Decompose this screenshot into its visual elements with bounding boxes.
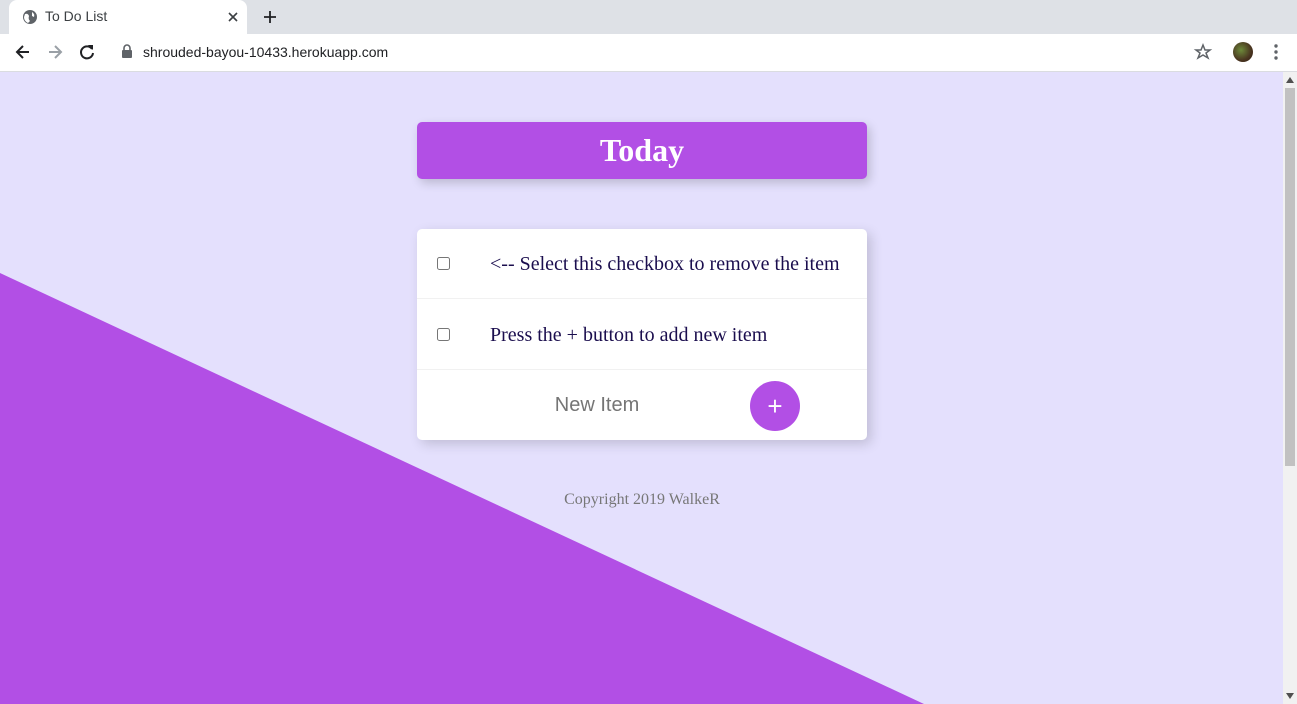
- vertical-scrollbar[interactable]: [1283, 72, 1297, 704]
- add-item-button[interactable]: +: [750, 381, 800, 431]
- scroll-down-arrow-icon[interactable]: [1286, 692, 1294, 700]
- scroll-up-arrow-icon[interactable]: [1286, 76, 1294, 84]
- address-bar-url[interactable]: shrouded-bayou-10433.herokuapp.com: [143, 44, 388, 60]
- item-checkbox[interactable]: [437, 328, 450, 341]
- star-icon[interactable]: [1193, 42, 1213, 62]
- globe-icon: [23, 10, 37, 24]
- list-item: Press the + button to add new item: [417, 300, 867, 370]
- back-icon[interactable]: [13, 42, 33, 62]
- scrollbar-thumb[interactable]: [1285, 88, 1295, 466]
- item-checkbox[interactable]: [437, 257, 450, 270]
- page-viewport: Today <-- Select this checkbox to remove…: [0, 72, 1283, 704]
- browser-tab[interactable]: To Do List: [9, 0, 247, 34]
- reload-icon[interactable]: [77, 42, 97, 62]
- todo-list-card: <-- Select this checkbox to remove the i…: [417, 229, 867, 440]
- item-text: <-- Select this checkbox to remove the i…: [490, 253, 840, 275]
- tab-title: To Do List: [45, 8, 108, 24]
- forward-icon[interactable]: [45, 42, 65, 62]
- list-item: <-- Select this checkbox to remove the i…: [417, 229, 867, 299]
- browser-tab-strip: To Do List: [0, 0, 1297, 34]
- page-title: Today: [417, 122, 867, 179]
- close-icon[interactable]: [226, 10, 240, 24]
- avatar[interactable]: [1233, 42, 1253, 62]
- new-item-input[interactable]: [517, 391, 677, 419]
- new-tab-plus-icon[interactable]: [262, 9, 278, 25]
- item-text: Press the + button to add new item: [490, 324, 768, 346]
- kebab-menu-icon[interactable]: [1266, 42, 1286, 62]
- browser-toolbar: shrouded-bayou-10433.herokuapp.com: [0, 34, 1297, 72]
- copyright-footer: Copyright 2019 WalkeR: [564, 491, 720, 508]
- lock-icon: [122, 44, 132, 58]
